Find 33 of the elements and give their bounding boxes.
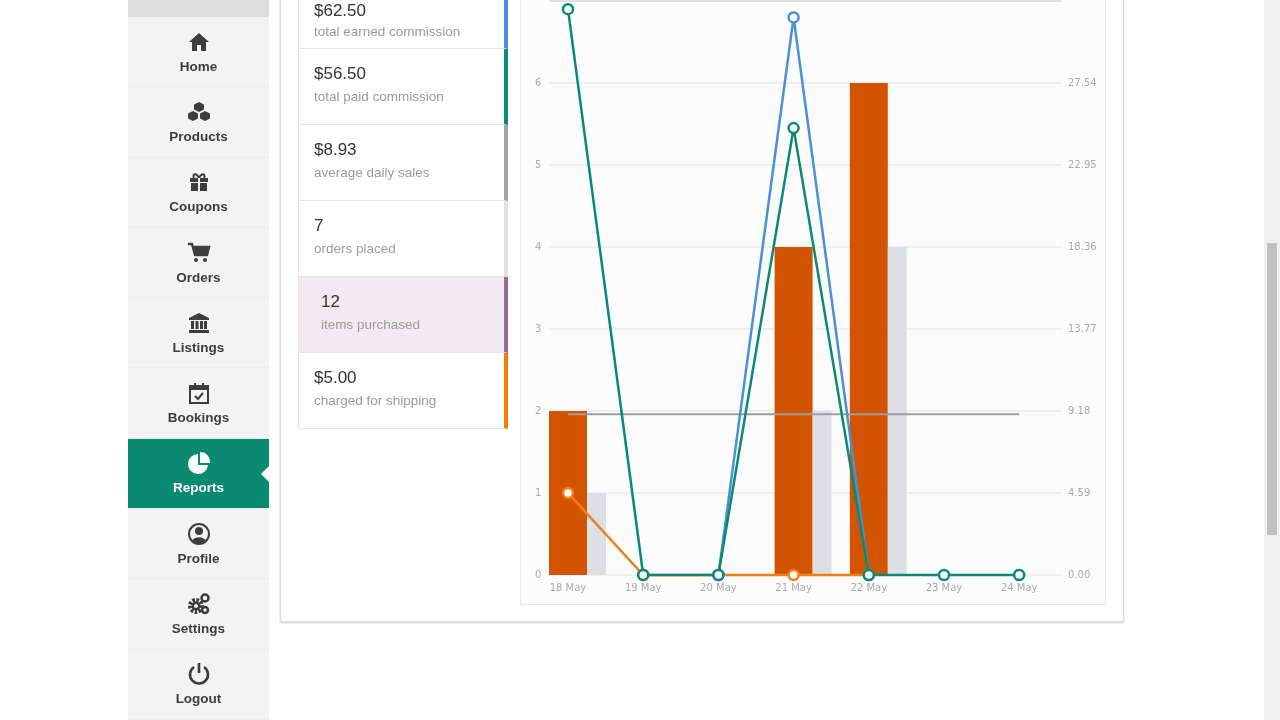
stat-label: orders placed [314, 241, 397, 256]
stat-value: $5.00 [314, 368, 358, 388]
axis-label: 2 [535, 405, 542, 416]
stat-value: $62.50 [314, 1, 367, 21]
axis-label: 6 [535, 77, 542, 88]
stat-label: average daily sales [314, 165, 431, 180]
stat-value: 7 [314, 216, 325, 236]
axis-label: 0 [535, 569, 542, 580]
axis-label: 1 [535, 487, 542, 498]
axis-label: 20 May [700, 582, 737, 593]
axis-label: 22 May [850, 582, 888, 593]
stat-label: total earned commission [314, 24, 462, 39]
axis-label: 4.59 [1068, 487, 1091, 498]
axis-label: 27.54 [1068, 77, 1097, 88]
stat-value: $56.50 [314, 64, 367, 84]
axis-label: 4 [535, 241, 542, 252]
stat-value: $8.93 [314, 140, 358, 160]
stat-value: 12 [321, 292, 341, 312]
stat-label: charged for shipping [314, 393, 438, 408]
axis-label: 19 May [624, 582, 662, 593]
axis-label: 18.36 [1068, 241, 1097, 252]
axis-label: 23 May [925, 582, 963, 593]
axis-label: 21 May [775, 582, 812, 593]
axis-label: 0.00 [1068, 569, 1091, 580]
axis-label: 13.77 [1068, 323, 1097, 334]
stat-label: total paid commission [314, 89, 445, 104]
axis-label: 5 [535, 159, 542, 170]
stat-label: items purchased [321, 317, 422, 332]
axis-label: 3 [535, 323, 542, 334]
axis-label: 22.95 [1068, 159, 1097, 170]
axis-label: 24 May [1000, 582, 1038, 593]
axis-label: 18 May [549, 582, 587, 593]
axis-label: 9.18 [1068, 405, 1091, 416]
